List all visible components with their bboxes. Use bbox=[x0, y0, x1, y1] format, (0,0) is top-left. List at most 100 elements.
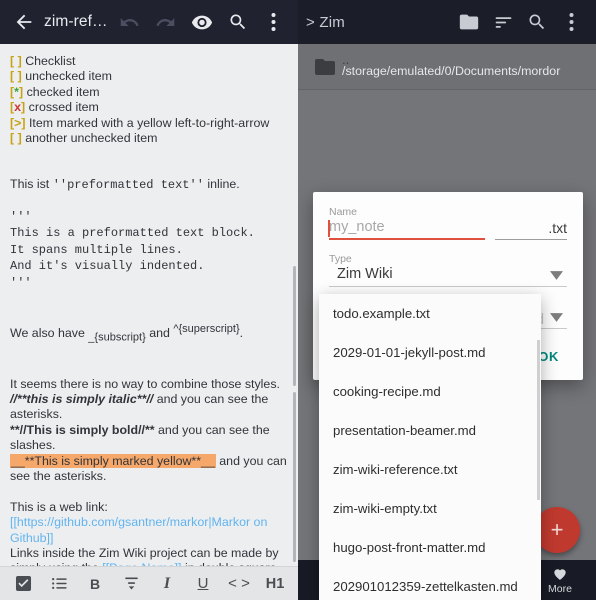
code-icon[interactable]: < > bbox=[226, 571, 252, 597]
italic-icon[interactable]: I bbox=[154, 571, 180, 597]
chevron-down-icon[interactable] bbox=[550, 313, 563, 322]
line-unchecked: unchecked item bbox=[25, 69, 112, 84]
dropdown-item[interactable]: zim-wiki-reference.txt bbox=[319, 450, 541, 489]
checkbox-bracket: ] bbox=[21, 100, 26, 115]
preformatted-inline-prefix: This ist bbox=[10, 177, 53, 192]
document-title[interactable]: zim-ref… bbox=[44, 13, 108, 31]
undo-icon[interactable] bbox=[112, 4, 148, 40]
preformatted-block-line-1: This is a preformatted text block. bbox=[10, 226, 255, 241]
extension-input[interactable]: .txt bbox=[495, 220, 567, 239]
checkbox-bracket: ] bbox=[18, 84, 24, 99]
dropdown-item[interactable]: cooking-recipe.md bbox=[319, 372, 541, 411]
browser-title: > Zim bbox=[306, 13, 345, 31]
superscript-text: ^{superscript} bbox=[173, 322, 240, 335]
line-checklist: Checklist bbox=[25, 54, 76, 68]
dropdown-item[interactable]: 202901012359-zettelkasten.md bbox=[319, 567, 541, 600]
line-crossed: crossed item bbox=[28, 100, 99, 115]
dropdown-item[interactable]: presentation-beamer.md bbox=[319, 411, 541, 450]
supsub-end: . bbox=[239, 325, 244, 340]
browser-toolbar: > Zim bbox=[298, 0, 596, 44]
preformatted-inline: ''preformatted text'' bbox=[52, 178, 204, 193]
name-input-underline bbox=[329, 238, 485, 240]
redo-icon[interactable] bbox=[148, 4, 184, 40]
editor-pane: zim-ref… [ ] Checklist [ ] unchecked ite… bbox=[0, 0, 298, 600]
type-select-underline bbox=[329, 286, 567, 287]
parent-directory-row[interactable]: .. /storage/emulated/0/Documents/mordor bbox=[298, 44, 596, 90]
template-dropdown-list[interactable]: todo.example.txt 2029-01-01-jekyll-post.… bbox=[319, 294, 541, 600]
strikethrough-icon[interactable] bbox=[118, 571, 144, 597]
folder-icon[interactable] bbox=[452, 5, 486, 39]
bold-icon[interactable]: B bbox=[82, 571, 108, 597]
plus-icon: + bbox=[550, 517, 564, 542]
checkbox-bracket: ] bbox=[21, 115, 26, 130]
web-link-label: This is a web link: bbox=[10, 499, 108, 514]
eye-icon[interactable] bbox=[184, 4, 220, 40]
web-link[interactable]: [[https://github.com/gsantner/markor|Mar… bbox=[10, 515, 271, 544]
heading1-icon[interactable]: H1 bbox=[262, 571, 288, 597]
code-fence-open: ''' bbox=[10, 210, 32, 225]
extension-field-wrapper[interactable]: .txt bbox=[495, 220, 567, 240]
overflow-menu-icon[interactable] bbox=[256, 4, 292, 40]
line-another-unchecked: another unchecked item bbox=[25, 131, 158, 146]
name-input[interactable]: my_note bbox=[329, 219, 485, 238]
type-row: Type Zim Wiki bbox=[329, 253, 567, 287]
type-field-label: Type bbox=[329, 253, 352, 265]
chevron-down-icon[interactable] bbox=[550, 271, 563, 280]
heart-icon bbox=[554, 569, 566, 580]
text-caret bbox=[328, 220, 330, 237]
dropdown-item[interactable]: zim-wiki-empty.txt bbox=[319, 489, 541, 528]
checkbox-x: x bbox=[14, 100, 22, 115]
checkbox-bracket: ] bbox=[17, 69, 22, 84]
dropdown-item[interactable]: 2029-01-01-jekyll-post.md bbox=[319, 333, 541, 372]
app-root: zim-ref… [ ] Checklist [ ] unchecked ite… bbox=[0, 0, 596, 600]
file-browser-pane: > Zim .. /storage/emulated/0/Documents/m… bbox=[298, 0, 596, 600]
marked-yellow-sample: __**This is simply marked yellow**__ bbox=[10, 453, 216, 468]
bold-sample: **//This is simply bold//** bbox=[10, 422, 155, 437]
name-field-label: Name bbox=[329, 206, 358, 218]
editor-scrollbar-thumb-upper[interactable] bbox=[293, 266, 296, 386]
preformatted-block-line-3: And it's visually indented. bbox=[10, 259, 205, 274]
supsub-prefix: We also have bbox=[10, 325, 89, 340]
sort-icon[interactable] bbox=[486, 5, 520, 39]
dropdown-scrollbar-thumb[interactable] bbox=[537, 340, 540, 500]
type-select-value[interactable]: Zim Wiki bbox=[329, 266, 567, 286]
subscript-text: _{subscript} bbox=[88, 331, 146, 344]
editor-scrollbar-thumb-lower[interactable] bbox=[293, 392, 296, 562]
supsub-mid: and bbox=[145, 325, 174, 340]
name-field-wrapper[interactable]: my_note bbox=[328, 219, 485, 240]
preformatted-block-line-2: It spans multiple lines. bbox=[10, 242, 183, 257]
checkbox-bracket: ] bbox=[17, 54, 22, 68]
preformatted-inline-suffix: inline. bbox=[203, 177, 240, 192]
dropdown-item[interactable]: hugo-post-front-matter.md bbox=[319, 528, 541, 567]
name-row: my_note .txt bbox=[328, 219, 567, 240]
search-icon[interactable] bbox=[520, 5, 554, 39]
underline-icon[interactable]: U bbox=[190, 571, 216, 597]
back-arrow-icon[interactable] bbox=[6, 4, 42, 40]
editor-toolbar: zim-ref… bbox=[0, 0, 298, 44]
parent-directory-labels: .. /storage/emulated/0/Documents/mordor bbox=[342, 51, 561, 78]
parent-dots-label: .. bbox=[342, 51, 350, 67]
bullet-list-icon[interactable] bbox=[46, 571, 72, 597]
folder-icon bbox=[308, 55, 342, 79]
format-toolbar: B I U < > H1 bbox=[0, 566, 298, 600]
editor-text-area[interactable]: [ ] Checklist [ ] unchecked item [*] che… bbox=[0, 44, 298, 566]
nav-item-more-label: More bbox=[548, 583, 572, 595]
italic-sample: //**this is simply italic**// bbox=[10, 392, 154, 407]
dropdown-item[interactable]: todo.example.txt bbox=[319, 294, 541, 333]
styles-intro-line: It seems there is no way to combine thos… bbox=[10, 376, 280, 391]
checkbox-icon[interactable] bbox=[10, 571, 36, 597]
extension-input-underline bbox=[495, 239, 567, 240]
overflow-menu-icon[interactable] bbox=[554, 5, 588, 39]
code-fence-close: ''' bbox=[10, 275, 32, 290]
search-icon[interactable] bbox=[220, 4, 256, 40]
current-path-label: /storage/emulated/0/Documents/mordor bbox=[342, 63, 561, 78]
line-checked: checked item bbox=[26, 84, 100, 99]
line-arrow-item: Item marked with a yellow left-to-right-… bbox=[28, 115, 270, 130]
